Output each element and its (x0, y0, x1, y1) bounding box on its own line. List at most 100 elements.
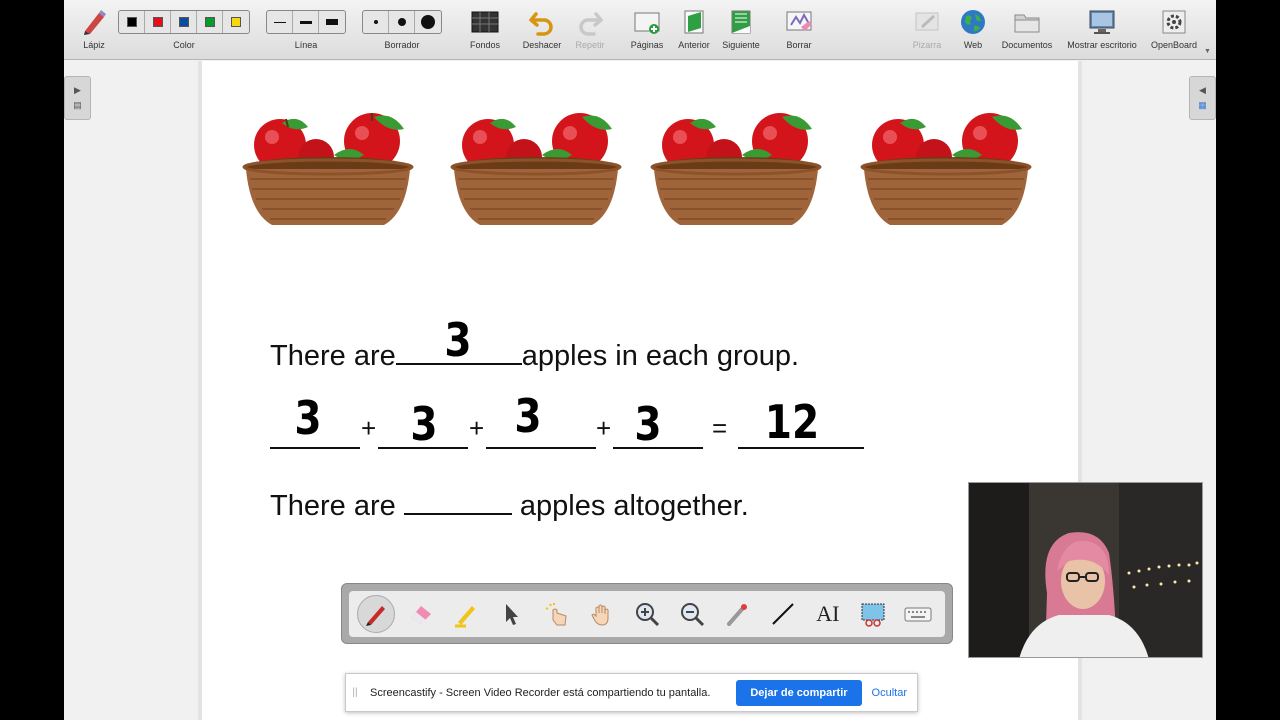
hand-icon (591, 604, 609, 626)
hand-tool[interactable] (583, 595, 621, 633)
previous-page-icon (681, 4, 707, 40)
redo-icon (576, 4, 604, 40)
handwritten-answer-per-group: 3 (444, 313, 472, 367)
capture-icon (861, 603, 885, 627)
webcam-video-frame (969, 483, 1202, 657)
basket-icon (650, 157, 822, 225)
pen-icon (365, 606, 385, 626)
handwritten-addend-4: 3 (634, 397, 662, 451)
keyboard-tool[interactable] (899, 595, 937, 633)
color-swatch-black[interactable] (119, 11, 145, 33)
eraser-icon (410, 606, 431, 624)
apple-basket-4 (860, 113, 1032, 225)
color-swatch-blue[interactable] (171, 11, 197, 33)
sharing-message: Screencastify - Screen Video Recorder es… (370, 686, 711, 699)
undo-button[interactable]: Deshacer (520, 4, 564, 58)
backgrounds-icon (470, 4, 500, 40)
basket-icon (450, 157, 622, 225)
highlighter-icon (455, 606, 476, 628)
main-toolbar: Lápiz Color Línea Borrador Fondos Deshac… (64, 0, 1216, 60)
plus-sign-2: + (469, 413, 485, 443)
tool-palette: AI (341, 583, 953, 644)
backgrounds-button[interactable]: Fondos (464, 4, 506, 58)
eraser-large[interactable] (415, 11, 441, 33)
monitor-icon (1087, 4, 1117, 40)
library-panel-icon: ▦ (1198, 100, 1207, 110)
clear-page-icon (784, 4, 814, 40)
line-icon (771, 603, 794, 625)
plus-sign-3: + (596, 413, 612, 443)
next-page-icon (728, 4, 754, 40)
zoom-out-tool[interactable] (673, 595, 711, 633)
gear-icon (1160, 4, 1188, 40)
color-swatch-green[interactable] (197, 11, 223, 33)
line-width-options (266, 10, 346, 34)
redo-button[interactable]: Repetir (570, 4, 610, 58)
laser-pointer-tool[interactable] (718, 595, 756, 633)
webcam-overlay[interactable] (968, 482, 1203, 658)
apple-basket-3 (650, 113, 822, 225)
zoom-in-tool[interactable] (628, 595, 666, 633)
equals-sign: = (712, 413, 728, 443)
text-icon: AI (816, 601, 840, 626)
sentence-apples-per-group: There are apples in each group. (270, 340, 800, 372)
keyboard-icon (904, 607, 932, 622)
line-width-selector: Línea (266, 4, 346, 58)
pencil-icon (79, 4, 109, 40)
pencil-tool[interactable]: Lápiz (72, 4, 116, 58)
pen-tool[interactable] (356, 595, 395, 633)
blank-altogether (403, 489, 512, 515)
pages-button[interactable]: Páginas (626, 4, 668, 58)
menu-dropdown-arrow-icon[interactable]: ▼ (1204, 48, 1211, 55)
previous-page-button[interactable]: Anterior (674, 4, 714, 58)
add-page-icon (632, 4, 662, 40)
right-panel-toggle[interactable]: ◀ ▦ (1189, 76, 1216, 120)
highlighter-tool[interactable] (447, 595, 485, 633)
zoom-in-icon (635, 603, 659, 627)
undo-icon (528, 4, 556, 40)
laser-pointer-icon (727, 604, 748, 626)
clear-page-button[interactable]: Borrar (780, 4, 818, 58)
apple-basket-1 (242, 113, 414, 225)
line-medium[interactable] (293, 11, 319, 33)
stop-sharing-button[interactable]: Dejar de compartir (736, 679, 862, 706)
web-mode-button[interactable]: Web (954, 4, 992, 58)
color-selector: Color (118, 4, 250, 58)
openboard-window: Lápiz Color Línea Borrador Fondos Deshac… (64, 0, 1216, 720)
hide-notice-button[interactable]: Ocultar (872, 687, 907, 699)
color-swatch-red[interactable] (145, 11, 171, 33)
line-thick[interactable] (319, 11, 345, 33)
left-panel-toggle[interactable]: ▶ ▤ (64, 76, 91, 120)
eraser-medium[interactable] (389, 11, 415, 33)
show-desktop-button[interactable]: Mostrar escritorio (1062, 4, 1142, 58)
pointer-icon (506, 604, 519, 625)
text-tool[interactable]: AI (809, 595, 847, 633)
eraser-size-selector: Borrador (362, 4, 442, 58)
board-mode-button[interactable]: Pizarra (906, 4, 948, 58)
eraser-tool[interactable] (402, 595, 440, 633)
expand-right-icon: ▶ (74, 85, 81, 95)
handwritten-addend-2: 3 (410, 397, 438, 451)
openboard-menu-button[interactable]: OpenBoard (1148, 4, 1200, 58)
sentence-apples-altogether: There are apples altogether. (270, 489, 749, 522)
drag-handle-icon[interactable]: || (346, 687, 364, 698)
line-thin[interactable] (267, 11, 293, 33)
handwritten-addend-3: 3 (514, 389, 542, 443)
eraser-size-options (362, 10, 442, 34)
pages-panel-icon: ▤ (73, 100, 82, 110)
capture-tool[interactable] (854, 595, 892, 633)
eraser-small[interactable] (363, 11, 389, 33)
selector-tool[interactable] (492, 595, 530, 633)
color-swatches (118, 10, 250, 34)
plus-sign-1: + (361, 413, 377, 443)
apple-basket-2 (450, 113, 622, 225)
line-tool[interactable] (764, 595, 802, 633)
next-page-button[interactable]: Siguiente (718, 4, 764, 58)
basket-icon (242, 157, 414, 225)
interact-tool[interactable] (537, 595, 575, 633)
color-swatch-yellow[interactable] (223, 11, 249, 33)
documents-mode-button[interactable]: Documentos (998, 4, 1056, 58)
handwritten-addend-1: 3 (294, 391, 322, 445)
handwritten-total: 12 (764, 395, 820, 449)
interact-icon (546, 603, 568, 626)
